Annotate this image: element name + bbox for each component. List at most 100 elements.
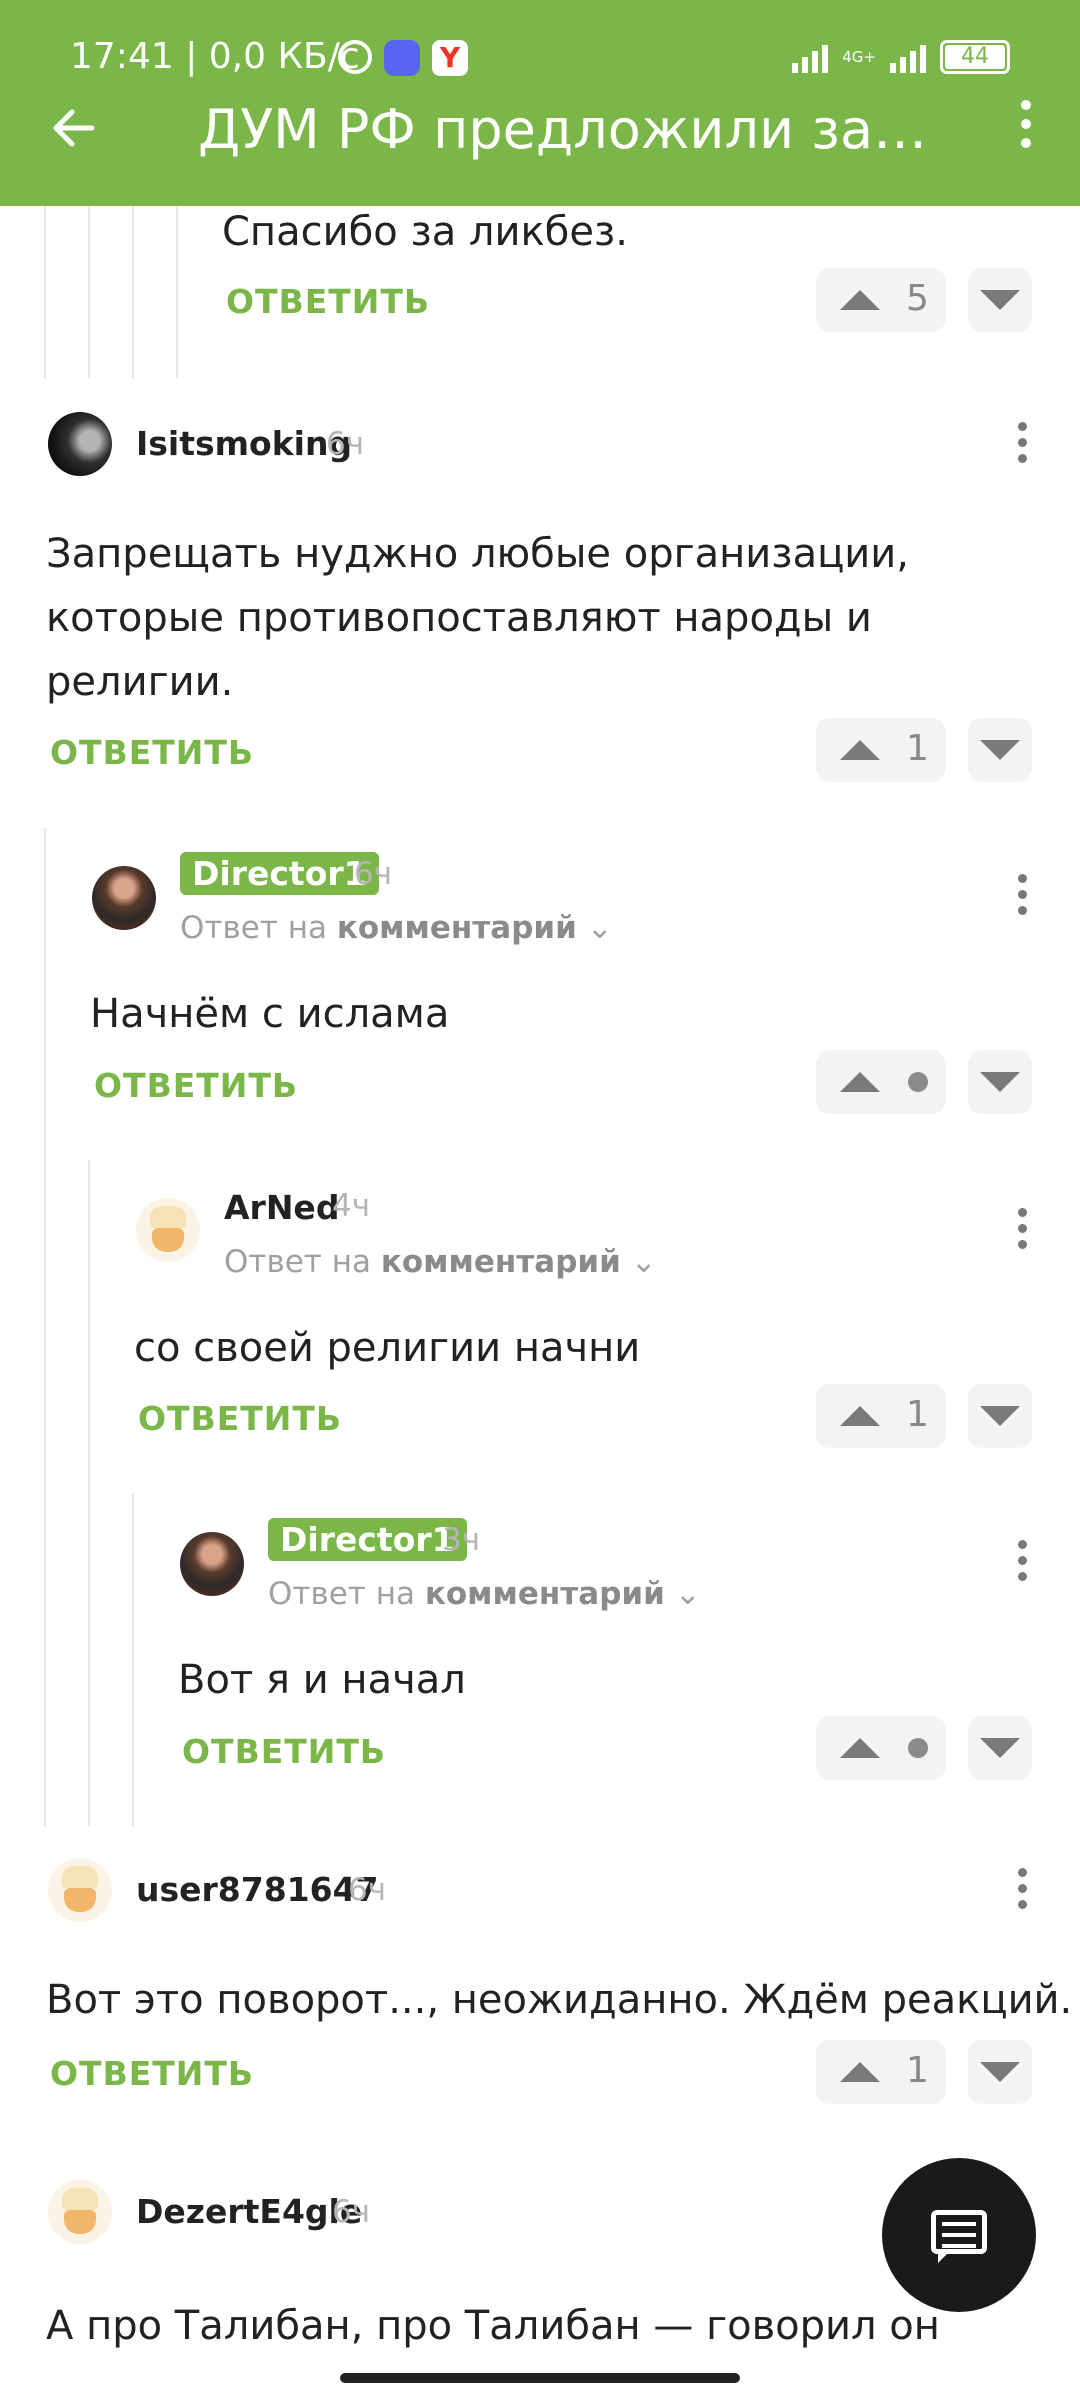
status-right: 4G+ 44 (792, 40, 1010, 74)
upvote-icon (840, 740, 880, 760)
reply-button[interactable]: ОТВЕТИТЬ (50, 733, 254, 772)
reply-to-link[interactable]: Ответ на комментарий ⌄ (268, 1576, 701, 1612)
discord-icon (384, 40, 420, 76)
thread-line (44, 828, 46, 1826)
chevron-down-icon: ⌄ (630, 1244, 657, 1280)
comment-text: Вот я и начал (178, 1657, 466, 1703)
chevron-down-icon: ⌄ (586, 910, 613, 946)
thread-line (132, 1494, 134, 1826)
downvote-button[interactable] (968, 1716, 1032, 1780)
comment-time: 4ч (332, 1188, 371, 1224)
battery-icon: 44 (940, 40, 1010, 74)
reply-button[interactable]: ОТВЕТИТЬ (94, 1066, 298, 1105)
downvote-icon (980, 290, 1020, 310)
page-title: ДУМ РФ предложили запр... (198, 98, 928, 161)
thread-line (88, 206, 90, 378)
comment-time: 3ч (442, 1522, 481, 1558)
comment-text-line: Запрещать нуджно любые организации, (46, 531, 910, 577)
comment-options-icon[interactable] (1012, 1868, 1032, 1912)
back-arrow-icon (53, 109, 95, 147)
upvote-icon (840, 1406, 880, 1426)
comment-options-icon[interactable] (1012, 1540, 1032, 1584)
username[interactable]: Director1 (180, 852, 379, 895)
thread-line (44, 206, 46, 378)
comment-options-icon[interactable] (1012, 874, 1032, 918)
avatar[interactable] (180, 1532, 244, 1596)
upvote-button[interactable]: 1 (816, 718, 946, 782)
comment-text: А про Талибан, про Талибан — говорил он (46, 2303, 940, 2349)
downvote-button[interactable] (968, 268, 1032, 332)
network-type: 4G+ (842, 48, 876, 66)
status-time: 17:41 | 0,0 КБ/с (70, 36, 360, 77)
app-bar: 17:41 | 0,0 КБ/с Y 4G+ 44 ДУМ РФ предлож… (0, 0, 1080, 206)
downvote-icon (980, 1406, 1020, 1426)
downvote-icon (980, 1738, 1020, 1758)
downvote-icon (980, 740, 1020, 760)
reply-button[interactable]: ОТВЕТИТЬ (138, 1399, 342, 1438)
thread-line (176, 206, 178, 378)
upvote-icon (840, 1072, 880, 1092)
reply-button[interactable]: ОТВЕТИТЬ (50, 2054, 254, 2093)
avatar[interactable] (48, 412, 112, 476)
yandex-icon: Y (432, 40, 468, 76)
reply-button[interactable]: ОТВЕТИТЬ (226, 282, 430, 321)
comment-text: Начнём с ислама (90, 991, 450, 1037)
downvote-icon (980, 2062, 1020, 2082)
username[interactable]: DezertE4gle (136, 2192, 362, 2231)
downvote-button[interactable] (968, 1050, 1032, 1114)
upvote-button[interactable]: 1 (816, 2040, 946, 2104)
thread-line (88, 1160, 90, 1826)
vote-count: 1 (906, 1394, 929, 1435)
downvote-icon (980, 1072, 1020, 1092)
reply-button[interactable]: ОТВЕТИТЬ (182, 1732, 386, 1771)
comment-time: 6ч (332, 2194, 371, 2230)
write-comment-button[interactable] (882, 2158, 1036, 2312)
username[interactable]: Director1 (268, 1518, 467, 1561)
zero-score-dot (908, 1738, 928, 1758)
downvote-button[interactable] (968, 718, 1032, 782)
battery-level: 44 (945, 45, 1005, 69)
comment-time: 6ч (326, 426, 365, 462)
back-button[interactable] (44, 98, 104, 158)
username[interactable]: user8781647 (136, 1870, 379, 1909)
comment-text-line: религии. (46, 659, 234, 705)
avatar[interactable] (48, 1858, 112, 1922)
upvote-button[interactable] (816, 1716, 946, 1780)
reply-to-link[interactable]: Ответ на комментарий ⌄ (224, 1244, 657, 1280)
avatar[interactable] (92, 866, 156, 930)
downvote-button[interactable] (968, 1384, 1032, 1448)
upvote-icon (840, 1738, 880, 1758)
upvote-icon (840, 290, 880, 310)
upvote-icon (840, 2062, 880, 2082)
comment-options-icon[interactable] (1012, 422, 1032, 466)
downvote-button[interactable] (968, 2040, 1032, 2104)
comment-text: Вот это поворот..., неожиданно. Ждём реа… (46, 1977, 1073, 2023)
more-options-icon[interactable] (1016, 100, 1036, 156)
thread-line (132, 206, 134, 378)
comment-time: 6ч (354, 856, 393, 892)
comment-options-icon[interactable] (1012, 1208, 1032, 1252)
vote-count: 1 (906, 728, 929, 769)
comment-time: 6ч (348, 1872, 387, 1908)
avatar[interactable] (48, 2180, 112, 2244)
vote-count: 1 (906, 2050, 929, 2091)
username[interactable]: ArNed (224, 1188, 339, 1227)
comment-text: со своей религии начни (134, 1325, 641, 1371)
alarm-icon (338, 40, 372, 74)
upvote-button[interactable]: 5 (816, 268, 946, 332)
username[interactable]: Isitsmoking (136, 424, 352, 463)
comment-text: Спасибо за ликбез. (222, 209, 628, 255)
zero-score-dot (908, 1072, 928, 1092)
upvote-button[interactable]: 1 (816, 1384, 946, 1448)
avatar[interactable] (136, 1198, 200, 1262)
message-icon (931, 2210, 987, 2263)
home-indicator[interactable] (340, 2373, 740, 2383)
status-icons: Y (338, 40, 468, 76)
comment-text-line: которые противопоставляют народы и (46, 595, 872, 641)
upvote-button[interactable] (816, 1050, 946, 1114)
chevron-down-icon: ⌄ (674, 1576, 701, 1612)
vote-count: 5 (906, 278, 929, 319)
signal-icon (792, 41, 829, 73)
signal-icon-2 (890, 41, 926, 73)
reply-to-link[interactable]: Ответ на комментарий ⌄ (180, 910, 613, 946)
